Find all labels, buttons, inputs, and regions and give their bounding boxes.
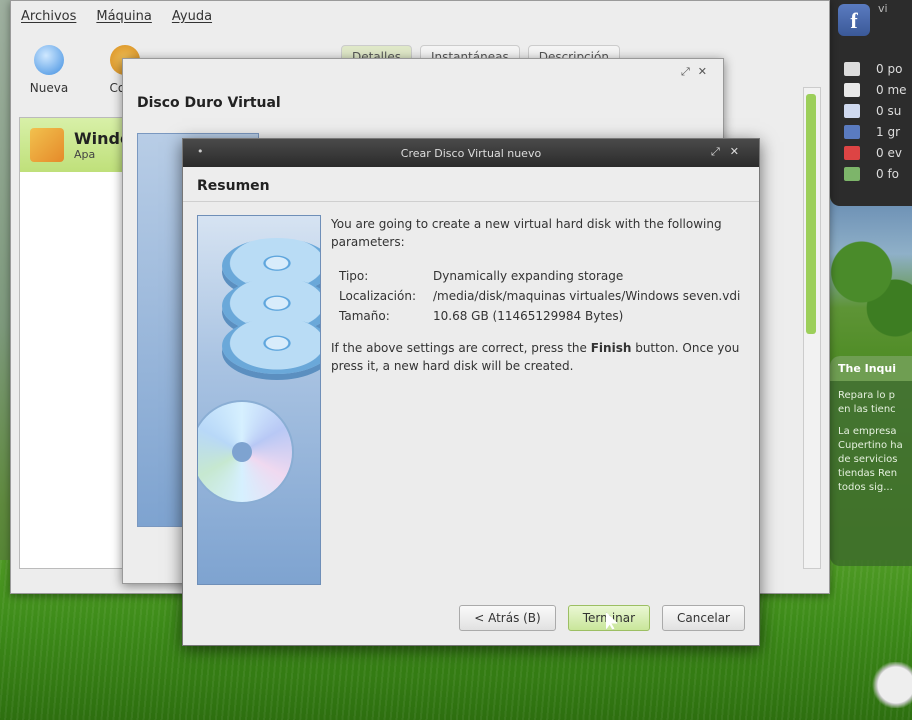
social-item-label: 0 ev [876, 145, 902, 160]
param-size-value: 10.68 GB (11465129984 Bytes) [433, 309, 624, 323]
dialog-header: Resumen [183, 167, 759, 202]
window-controls[interactable]: ⤢✕ [681, 65, 715, 79]
scrollbar-thumb[interactable] [806, 94, 816, 334]
social-item-label: 1 gr [876, 124, 900, 139]
news-paragraph-1: Repara lo p en las tienc [838, 390, 896, 415]
menu-ayuda[interactable]: Ayuda [172, 9, 212, 24]
pencil-icon [844, 61, 860, 76]
social-item[interactable]: 0 ev [844, 142, 907, 163]
mail-icon [844, 82, 860, 97]
news-widget: The Inqui Repara lo p en las tienc La em… [830, 356, 912, 566]
social-item-label: 0 me [876, 82, 907, 97]
dialog-buttons: < Atrás (B) Terminar Cancelar [459, 605, 745, 631]
social-widget: f vi 0 po 0 me 0 su 1 gr 0 ev 0 fo [830, 0, 912, 206]
menu-maquina[interactable]: Máquina [96, 9, 152, 24]
social-list: 0 po 0 me 0 su 1 gr 0 ev 0 fo [844, 58, 907, 184]
param-type-key: Tipo: [339, 269, 369, 283]
facebook-label: vi [878, 2, 888, 15]
dialog-titlebar[interactable]: • Crear Disco Virtual nuevo ⤢✕ [183, 139, 759, 167]
wizard-title: Disco Duro Virtual [137, 95, 281, 111]
param-size-key: Tamaño: [339, 309, 390, 323]
desktop-sheep [870, 662, 912, 708]
outro-prefix: If the above settings are correct, press… [331, 341, 591, 355]
groups-icon [844, 124, 860, 139]
hard-disk-icon [222, 318, 320, 374]
people-icon [844, 103, 860, 118]
social-item[interactable]: 1 gr [844, 121, 907, 142]
outro-finish: Finish [590, 341, 632, 355]
new-vm-label: Nueva [29, 81, 69, 95]
social-item-label: 0 su [876, 103, 902, 118]
social-item-label: 0 fo [876, 166, 900, 181]
param-location-value: /media/disk/maquinas virtuales/Windows s… [433, 289, 741, 303]
desktop-trees [828, 200, 912, 380]
summary-params: Tipo: Dynamically expanding storage Loca… [339, 267, 743, 325]
summary-content: You are going to create a new virtual ha… [331, 215, 743, 583]
window-menu-icon[interactable]: • [197, 145, 204, 158]
photo-icon [844, 166, 860, 181]
dialog-window-title: Crear Disco Virtual nuevo [400, 146, 542, 160]
social-item-label: 0 po [876, 61, 903, 76]
cd-icon [198, 402, 292, 502]
facebook-icon[interactable]: f [838, 4, 870, 36]
disk-illustration [197, 215, 321, 585]
dialog-page-title: Resumen [197, 178, 270, 194]
social-item[interactable]: 0 me [844, 79, 907, 100]
back-button[interactable]: < Atrás (B) [459, 605, 556, 631]
news-paragraph-2: La empresa Cupertino ha de servicios tie… [838, 426, 903, 493]
create-disk-dialog: • Crear Disco Virtual nuevo ⤢✕ Resumen Y… [182, 138, 760, 646]
social-item[interactable]: 0 po [844, 58, 907, 79]
new-vm-button[interactable]: Nueva [21, 45, 77, 95]
cancel-button[interactable]: Cancelar [662, 605, 745, 631]
social-item[interactable]: 0 fo [844, 163, 907, 184]
param-type-value: Dynamically expanding storage [433, 269, 624, 283]
summary-outro: If the above settings are correct, press… [331, 339, 743, 375]
param-location-key: Localización: [339, 289, 417, 303]
news-title: The Inqui [830, 356, 912, 381]
windows-os-icon [30, 128, 64, 162]
menu-bar: Archivos Máquina Ayuda [11, 1, 829, 31]
summary-intro: You are going to create a new virtual ha… [331, 217, 722, 249]
new-icon [34, 45, 64, 75]
window-controls[interactable]: ⤢✕ [711, 145, 749, 159]
details-scrollbar[interactable] [803, 87, 821, 569]
calendar-icon [844, 145, 860, 160]
social-item[interactable]: 0 su [844, 100, 907, 121]
menu-archivos[interactable]: Archivos [21, 9, 76, 24]
